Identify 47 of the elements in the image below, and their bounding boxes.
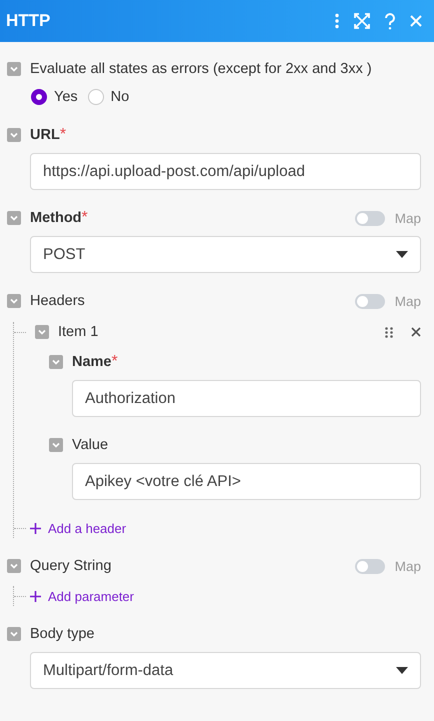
map-toggle[interactable] bbox=[354, 210, 385, 226]
map-toggle[interactable] bbox=[354, 294, 385, 308]
field-label: Evaluate all states as errors (except for 2xx and 3xx ) bbox=[30, 61, 372, 77]
chevron-icon[interactable] bbox=[7, 128, 21, 142]
chevron-icon[interactable] bbox=[7, 211, 21, 225]
map-label: Map bbox=[394, 210, 421, 226]
item-label: Item 1 bbox=[58, 324, 98, 340]
map-label: Map bbox=[394, 294, 421, 308]
chevron-icon[interactable] bbox=[49, 355, 63, 369]
add-link[interactable]: Add parameter bbox=[30, 588, 134, 604]
input-field[interactable]: Apikey <votre clé API> bbox=[72, 463, 421, 500]
field-label: Name bbox=[72, 354, 112, 370]
radio-label: No bbox=[110, 89, 130, 105]
required-mark: * bbox=[82, 209, 88, 227]
chevron-icon[interactable] bbox=[7, 627, 21, 641]
chevron-icon[interactable] bbox=[35, 325, 49, 339]
required-mark: * bbox=[60, 126, 66, 144]
field-label: Headers bbox=[30, 293, 85, 309]
caret-icon bbox=[396, 251, 408, 258]
close-icon[interactable] bbox=[411, 327, 421, 337]
expand-icon[interactable] bbox=[354, 13, 370, 29]
more-icon[interactable] bbox=[334, 13, 340, 29]
field-label: URL bbox=[30, 127, 60, 143]
chevron-icon[interactable] bbox=[7, 62, 21, 76]
required-mark: * bbox=[112, 353, 118, 371]
radio-button[interactable] bbox=[31, 89, 47, 105]
chevron-icon[interactable] bbox=[7, 559, 21, 573]
field-label: Method bbox=[30, 210, 82, 226]
add-link[interactable]: Add a header bbox=[30, 520, 126, 536]
chevron-icon[interactable] bbox=[49, 438, 63, 452]
plus-icon bbox=[30, 522, 41, 534]
plus-icon bbox=[30, 590, 41, 602]
map-toggle[interactable] bbox=[354, 558, 385, 574]
help-icon[interactable] bbox=[384, 12, 396, 30]
input-field[interactable]: Authorization bbox=[72, 380, 421, 417]
select-field[interactable]: POST bbox=[30, 236, 421, 273]
panel-title: HTTP bbox=[6, 11, 52, 31]
select-field[interactable]: Multipart/form-data bbox=[30, 652, 421, 689]
radio-label: Yes bbox=[54, 89, 78, 105]
map-label: Map bbox=[394, 558, 421, 574]
caret-icon bbox=[396, 667, 408, 674]
chevron-icon[interactable] bbox=[7, 294, 21, 308]
field-label: Body type bbox=[30, 626, 94, 642]
field-label: Value bbox=[72, 437, 108, 453]
input-field[interactable]: https://api.upload-post.com/api/upload bbox=[30, 153, 421, 190]
drag-handle-icon[interactable] bbox=[385, 326, 393, 338]
field-label: Query String bbox=[30, 558, 112, 574]
